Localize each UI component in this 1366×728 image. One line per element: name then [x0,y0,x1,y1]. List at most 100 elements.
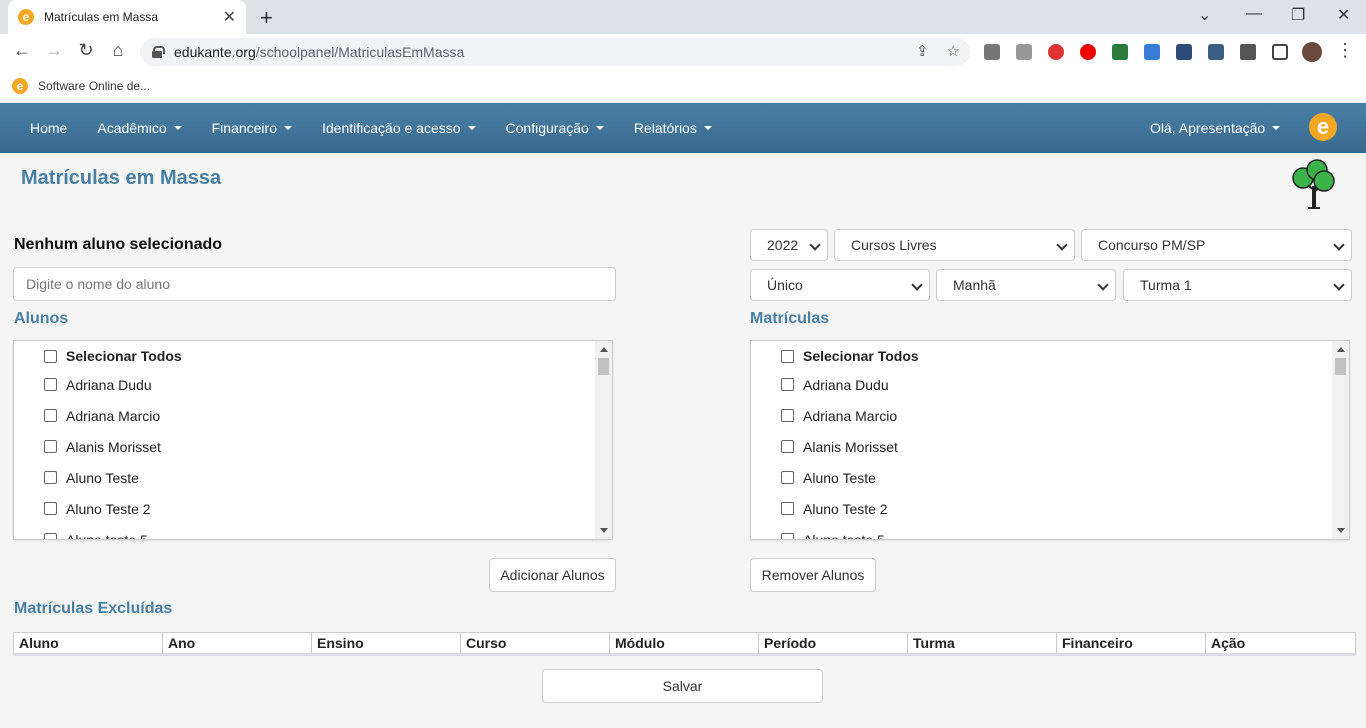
list-item[interactable]: Aluno Teste 2 [14,493,595,524]
alunos-items: Selecionar Todos Adriana Dudu Adriana Marc… [14,341,595,539]
course-select-value: Concurso PM/SP [1098,237,1206,253]
list-item[interactable]: Aluno Teste [14,462,595,493]
add-students-button[interactable]: Adicionar Alunos [489,558,616,592]
matriculas-listbox[interactable]: Selecionar Todos Adriana Dudu Adriana Marc… [750,340,1350,540]
nav-menu: Home Acadêmico Financeiro Identificação e a… [0,120,727,136]
window-close-icon[interactable]: ✕ [1337,5,1350,25]
period-select[interactable]: Manhã [936,269,1116,301]
student-search-input[interactable] [13,267,616,301]
list-item-label: Alanis Morisset [803,438,898,455]
nav-item-label: Configuração [505,120,589,136]
checkbox[interactable] [781,440,794,453]
select-all-item[interactable]: Selecionar Todos [14,341,595,369]
checkbox[interactable] [781,409,794,422]
checkbox[interactable] [781,378,794,391]
nav-item-5[interactable]: Relatórios [619,120,727,136]
new-tab-icon[interactable]: + [260,5,273,31]
list-item[interactable]: Aluno teste 5 [14,524,595,539]
gmail-extension-icon[interactable] [984,44,1000,60]
checkbox[interactable] [44,502,57,515]
checkbox[interactable] [781,349,794,363]
stop-extension-icon[interactable] [1080,44,1096,60]
scroll-up-icon[interactable] [1337,347,1345,352]
list-item[interactable]: Adriana Dudu [14,369,595,400]
checkbox[interactable] [44,378,57,391]
caret-down-icon [173,126,182,130]
module-select[interactable]: Único [750,269,930,301]
forward-icon[interactable]: → [42,40,66,61]
camera-extension-icon[interactable] [1016,44,1032,60]
remove-students-button[interactable]: Remover Alunos [750,558,876,592]
tool-extension-icon[interactable] [1208,44,1224,60]
tab-close-icon[interactable]: ✕ [223,7,236,27]
table-column-header: Módulo [610,633,759,653]
class-select[interactable]: Turma 1 [1123,269,1352,301]
nav-item-4[interactable]: Configuração [491,120,619,136]
list-item[interactable]: Adriana Marcio [751,400,1332,431]
nav-item-2[interactable]: Financeiro [197,120,307,136]
chevron-down-icon [1333,239,1345,251]
more-menu-icon[interactable]: ⋮ [1333,40,1357,61]
list-item-label: Aluno teste 5 [803,531,885,540]
browser-tab[interactable]: e Matrículas em Massa ✕ [8,0,246,34]
scroll-up-icon[interactable] [600,347,608,352]
sheets-extension-icon[interactable] [1112,44,1128,60]
home-icon[interactable]: ⌂ [106,40,130,61]
list-item[interactable]: Aluno Teste 2 [751,493,1332,524]
caret-down-icon [595,126,604,130]
user-menu[interactable]: Olá, Apresentação [1150,120,1281,136]
checkbox[interactable] [44,440,57,453]
restore-icon[interactable]: ❐ [1291,5,1305,25]
checkbox[interactable] [781,471,794,484]
table-column-header: Ensino [312,633,461,653]
list-item[interactable]: Adriana Dudu [751,369,1332,400]
bookmark-item[interactable]: Software Online de... [38,79,150,93]
matriculas-scrollbar[interactable] [1332,341,1349,539]
profile-avatar[interactable] [1302,42,1322,62]
nav-item-label: Financeiro [211,120,277,136]
media-extension-icon[interactable] [1176,44,1192,60]
list-item-label: Aluno Teste 2 [803,500,888,517]
list-item[interactable]: Aluno Teste [751,462,1332,493]
translate-extension-icon[interactable] [1144,44,1160,60]
list-item[interactable]: Alanis Morisset [14,431,595,462]
tab-title: Matrículas em Massa [44,10,159,24]
checkbox[interactable] [781,533,794,539]
bookmark-star-icon[interactable]: ☆ [947,42,960,60]
alunos-scrollbar[interactable] [595,341,612,539]
checkbox[interactable] [781,502,794,515]
extensions-puzzle-icon[interactable] [1240,44,1256,60]
scroll-down-icon[interactable] [600,528,608,533]
lock-icon[interactable] [152,46,165,58]
course-select[interactable]: Concurso PM/SP [1081,229,1352,261]
nav-item-label: Acadêmico [97,120,167,136]
back-icon[interactable]: ← [10,40,34,61]
chevron-down-icon[interactable]: ⌄ [1198,5,1211,25]
share-icon[interactable]: ⇪ [916,42,929,60]
scroll-down-icon[interactable] [1337,528,1345,533]
select-all-item[interactable]: Selecionar Todos [751,341,1332,369]
side-panel-icon[interactable] [1272,44,1288,60]
year-select[interactable]: 2022 [750,229,828,261]
alunos-listbox[interactable]: Selecionar Todos Adriana Dudu Adriana Marc… [13,340,613,540]
adblock-plus-icon[interactable] [1048,44,1064,60]
list-item[interactable]: Adriana Marcio [14,400,595,431]
course-type-select[interactable]: Cursos Livres [834,229,1075,261]
minimize-icon[interactable]: — [1246,5,1262,23]
list-item[interactable]: Aluno teste 5 [751,524,1332,540]
address-bar[interactable]: edukante.org /schoolpanel/MatriculasEmMa… [140,38,970,66]
app-navbar: Home Acadêmico Financeiro Identificação e a… [0,103,1366,153]
checkbox[interactable] [44,409,57,422]
nav-item-3[interactable]: Identificação e acesso [307,120,491,136]
save-button[interactable]: Salvar [542,669,823,703]
checkbox[interactable] [44,349,57,363]
reload-icon[interactable]: ↻ [74,40,98,61]
browser-tabstrip: e Matrículas em Massa ✕ + ⌄ — ❐ ✕ [0,0,1366,34]
nav-item-0[interactable]: Home [15,120,82,136]
checkbox[interactable] [44,533,57,539]
list-item[interactable]: Alanis Morisset [751,431,1332,462]
nav-item-1[interactable]: Acadêmico [82,120,196,136]
checkbox[interactable] [44,471,57,484]
scroll-thumb[interactable] [598,358,609,375]
scroll-thumb[interactable] [1335,358,1346,375]
